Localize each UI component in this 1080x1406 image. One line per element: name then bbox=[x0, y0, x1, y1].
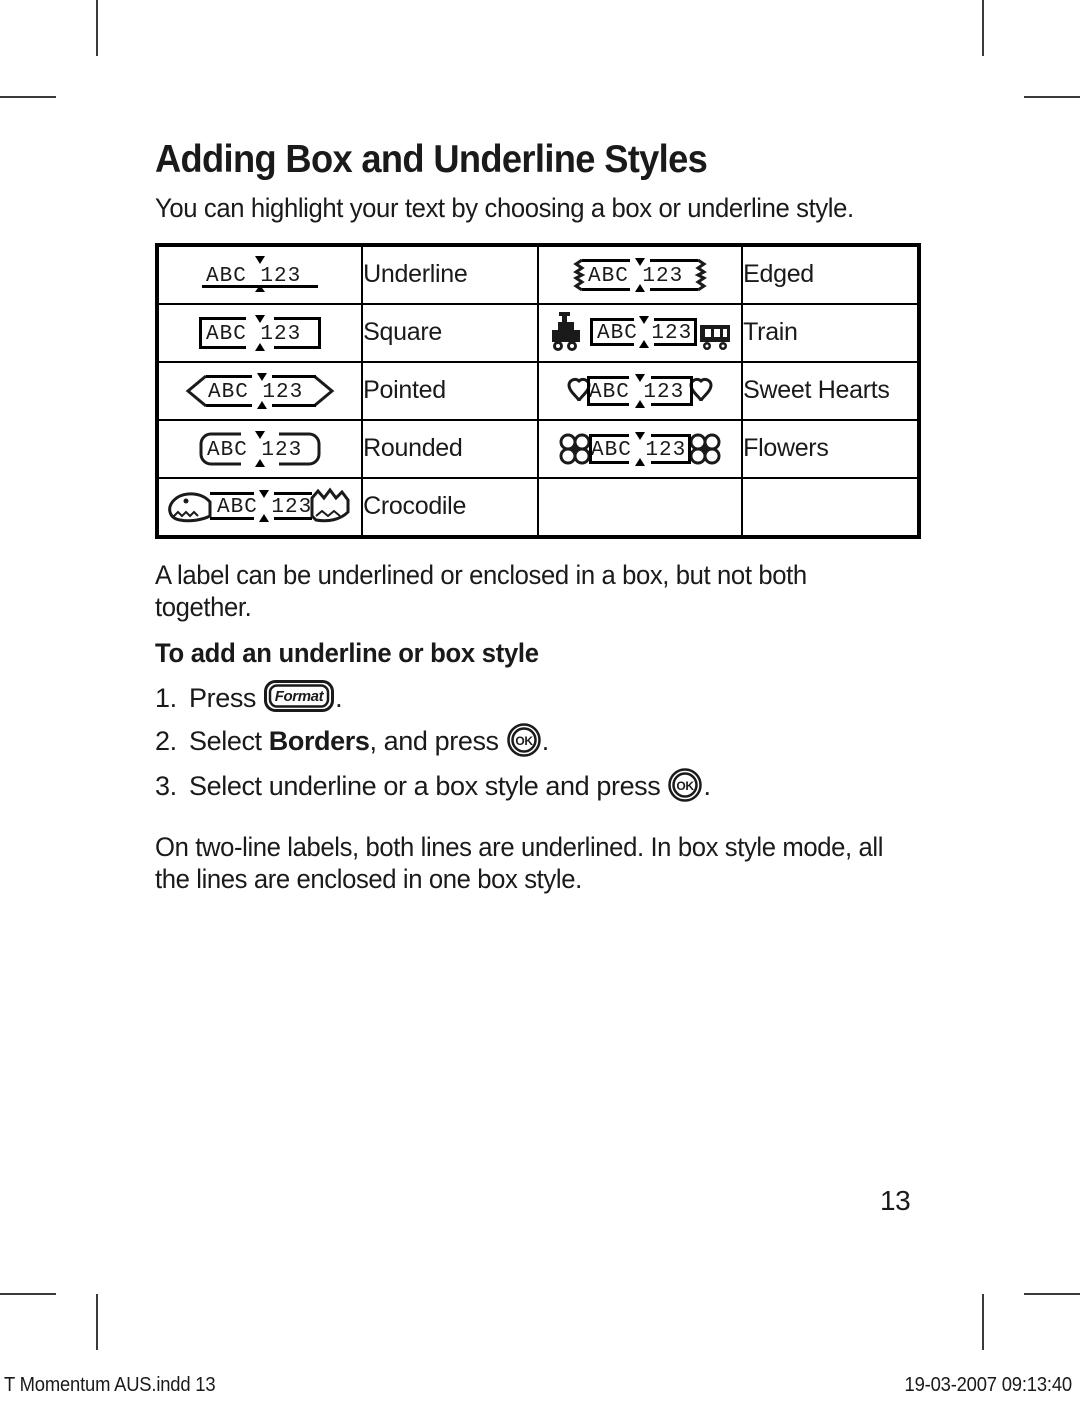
table-row: ABC 123 Square ABC 123 Train bbox=[155, 302, 920, 363]
label-sample-edged-icon: ABC 123 bbox=[573, 257, 708, 292]
procedure-heading: To add an underline or box style bbox=[155, 637, 539, 668]
page-number: 13 bbox=[880, 1185, 911, 1216]
style-label: Pointed bbox=[361, 360, 539, 421]
table-row: ABC 123 Crocodile bbox=[155, 476, 920, 538]
label-sample-underline-icon: ABC 123 bbox=[202, 255, 319, 292]
step-text: Select Borders, and press OK. bbox=[189, 722, 549, 767]
style-preview-underline: ABC 123 bbox=[155, 243, 364, 305]
ok-key-label: OK bbox=[515, 734, 533, 748]
step-text-before: Select bbox=[189, 725, 269, 756]
format-key-icon[interactable]: Format bbox=[264, 679, 335, 722]
crop-mark-bottom-right-vertical bbox=[982, 1294, 984, 1350]
footer-timestamp: 19-03-2007 09:13:40 bbox=[904, 1374, 1073, 1396]
crop-mark-top-right-vertical bbox=[982, 0, 984, 56]
label-sample-flowers-icon: ABC 123 bbox=[559, 431, 721, 466]
list-item: 3. Select underline or a box style and p… bbox=[155, 767, 925, 812]
step-number: 2. bbox=[155, 725, 177, 756]
style-preview-edged: ABC 123 bbox=[536, 243, 744, 305]
note-both-paragraph: A label can be underlined or enclosed in… bbox=[155, 559, 807, 623]
ok-key-icon[interactable]: OK bbox=[668, 768, 703, 812]
step-text-bold: Borders bbox=[268, 725, 370, 756]
format-key-label: Format bbox=[275, 688, 325, 705]
step-text-before: Press bbox=[189, 682, 264, 713]
svg-text:ABC 123: ABC 123 bbox=[208, 381, 303, 404]
style-preview-rounded: ABC 123 bbox=[155, 418, 364, 479]
svg-text:ABC 123: ABC 123 bbox=[206, 265, 301, 288]
style-label: Rounded bbox=[361, 418, 539, 479]
style-label: Square bbox=[361, 302, 539, 363]
intro-paragraph: You can highlight your text by choosing … bbox=[155, 192, 854, 223]
note-twoline-paragraph: On two-line labels, both lines are under… bbox=[155, 831, 884, 894]
svg-text:ABC 123: ABC 123 bbox=[591, 439, 686, 462]
procedure-steps: 1. Press Format. 2. Select Borders, and … bbox=[155, 679, 925, 813]
step-number: 3. bbox=[155, 771, 177, 802]
style-preview-crocodile: ABC 123 bbox=[155, 476, 364, 538]
svg-text:ABC 123: ABC 123 bbox=[589, 381, 684, 404]
page-content: Adding Box and Underline Styles You can … bbox=[155, 138, 925, 909]
style-label: Edged bbox=[741, 243, 920, 305]
step-text-after: . bbox=[335, 682, 343, 713]
step-text-after: . bbox=[703, 771, 711, 802]
style-preview-sweet-hearts: ABC 123 bbox=[536, 360, 744, 421]
table-row: ABC 123 Underline ABC 123 Edged bbox=[155, 243, 920, 305]
svg-text:ABC 123: ABC 123 bbox=[206, 323, 301, 346]
style-preview-flowers: ABC 123 bbox=[536, 418, 744, 479]
crop-mark-top-left-vertical bbox=[96, 0, 98, 56]
step-text: Select underline or a box style and pres… bbox=[189, 767, 711, 812]
border-styles-table: ABC 123 Underline ABC 123 Edged ABC 123 … bbox=[155, 242, 921, 539]
label-sample-train-icon: ABC 123 bbox=[552, 311, 731, 351]
crop-mark-bottom-left-horizontal bbox=[0, 1293, 56, 1295]
svg-text:ABC 123: ABC 123 bbox=[207, 439, 302, 462]
table-row: ABC 123 Pointed ABC 123 Sweet Hearts bbox=[155, 360, 920, 421]
ok-key-label: OK bbox=[677, 779, 695, 793]
page-title: Adding Box and Underline Styles bbox=[155, 138, 708, 181]
label-sample-sweet-hearts-icon: ABC 123 bbox=[567, 373, 713, 408]
style-label: Crocodile bbox=[361, 476, 539, 538]
step-number: 1. bbox=[155, 682, 177, 713]
step-text-mid: , and press bbox=[369, 725, 506, 756]
step-text-before: Select underline or a box style and pres… bbox=[189, 771, 668, 802]
step-text: Press Format. bbox=[189, 679, 343, 722]
label-sample-square-icon: ABC 123 bbox=[199, 314, 322, 351]
crop-mark-bottom-left-vertical bbox=[96, 1294, 98, 1350]
crop-mark-top-right-horizontal bbox=[1024, 96, 1080, 98]
label-sample-pointed-icon: ABC 123 bbox=[185, 372, 335, 409]
table-row: ABC 123 Rounded ABC 123 Flowers bbox=[155, 418, 920, 479]
style-label: Flowers bbox=[741, 418, 920, 479]
list-item: 2. Select Borders, and press OK. bbox=[155, 722, 925, 767]
style-label-empty bbox=[741, 476, 920, 538]
style-label: Train bbox=[741, 302, 920, 363]
label-sample-rounded-icon: ABC 123 bbox=[199, 430, 321, 467]
style-preview-empty bbox=[536, 476, 744, 538]
label-sample-crocodile-icon: ABC 123 bbox=[168, 487, 350, 523]
crop-mark-bottom-right-horizontal bbox=[1024, 1293, 1080, 1295]
crop-mark-top-left-horizontal bbox=[0, 96, 56, 98]
style-preview-square: ABC 123 bbox=[155, 302, 364, 363]
list-item: 1. Press Format. bbox=[155, 679, 925, 722]
footer-filename: T Momentum AUS.indd 13 bbox=[4, 1374, 216, 1396]
svg-text:ABC 123: ABC 123 bbox=[588, 265, 683, 288]
ok-key-icon[interactable]: OK bbox=[507, 723, 541, 767]
style-preview-pointed: ABC 123 bbox=[155, 360, 364, 421]
style-label: Underline bbox=[361, 243, 539, 305]
style-label: Sweet Hearts bbox=[741, 360, 920, 421]
style-preview-train: ABC 123 bbox=[536, 302, 744, 363]
step-text-after: . bbox=[541, 725, 550, 756]
